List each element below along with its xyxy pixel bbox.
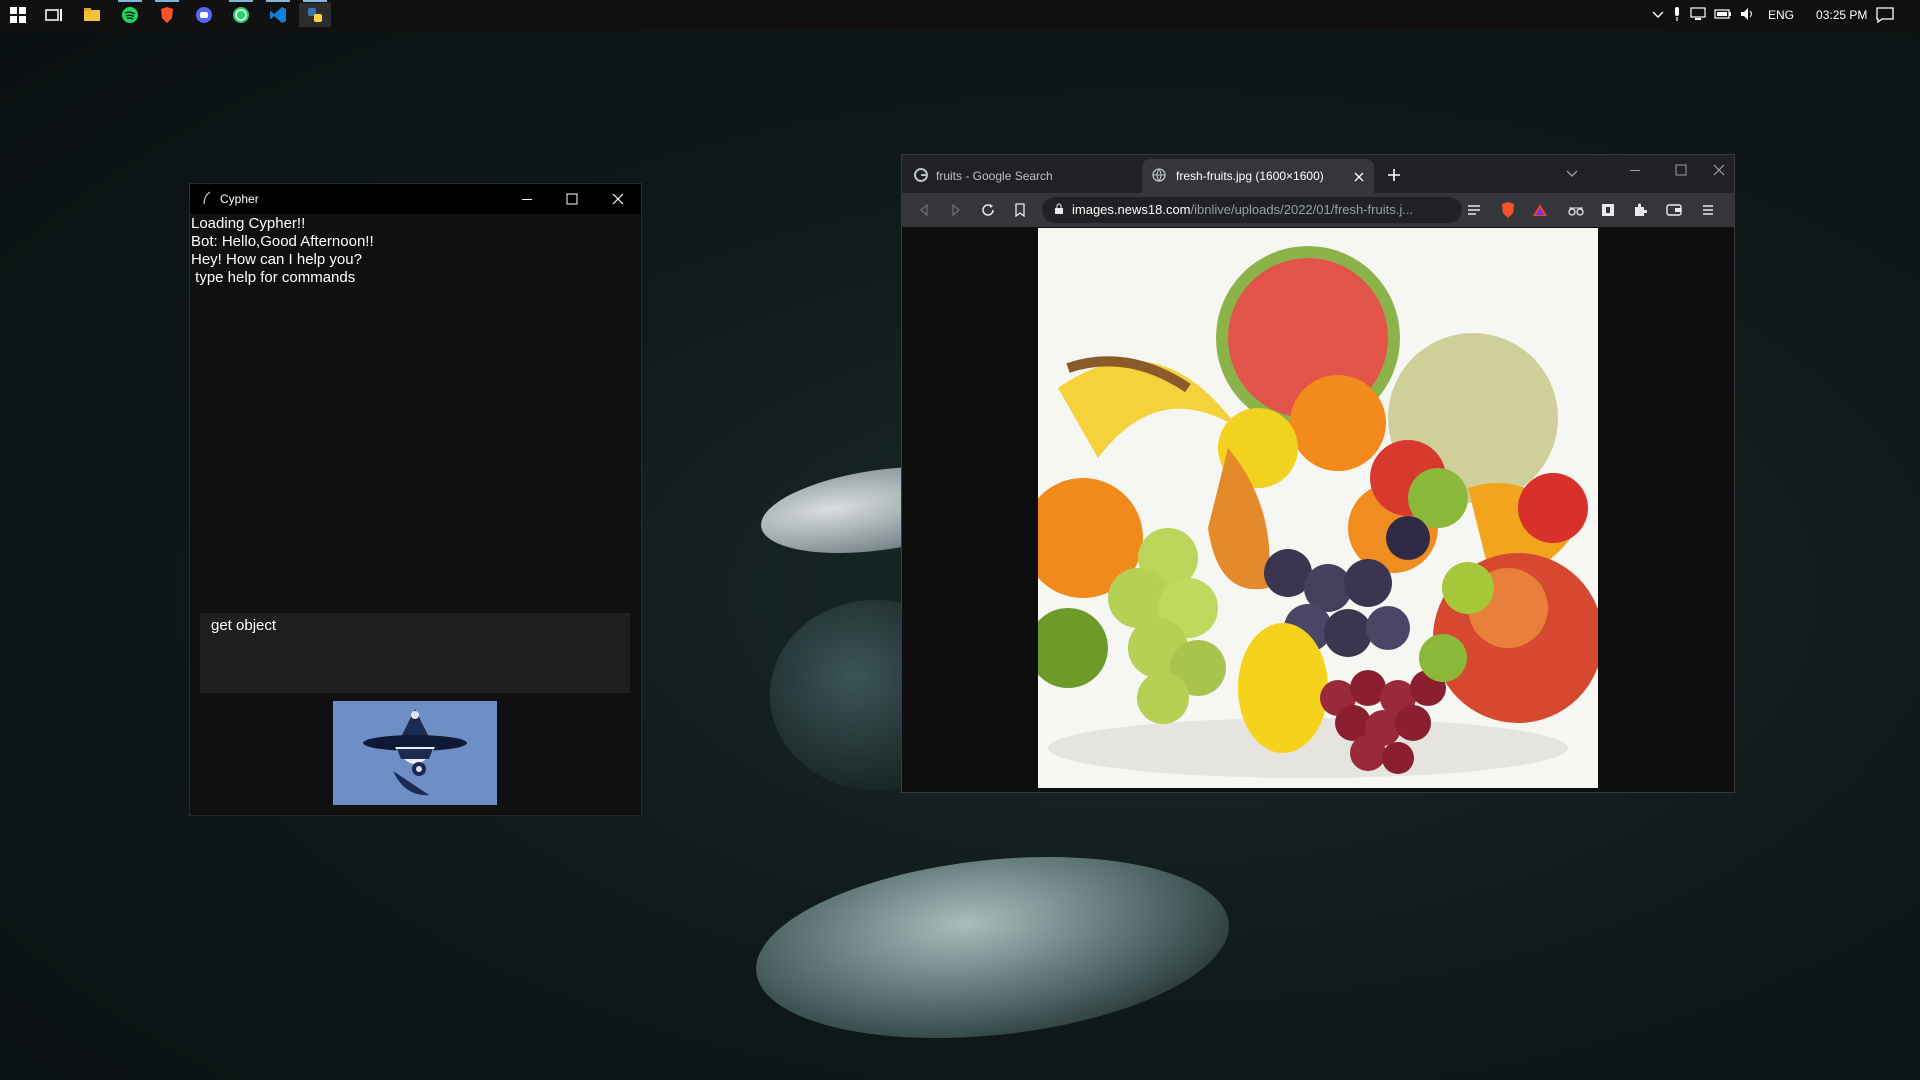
brave-icon[interactable] xyxy=(151,0,183,27)
menu-icon[interactable] xyxy=(1698,200,1718,220)
url-domain: images.news18.com xyxy=(1072,202,1191,217)
private-window-icon[interactable] xyxy=(1566,200,1586,220)
cypher-window-title: Cypher xyxy=(220,192,259,206)
fruit-image[interactable] xyxy=(1038,228,1598,788)
close-button[interactable] xyxy=(595,184,641,214)
tab-search-icon[interactable] xyxy=(1566,165,1578,183)
clock[interactable]: 03:25 PM xyxy=(1816,8,1867,22)
notification-icon[interactable] xyxy=(1876,0,1894,30)
tab-label: fresh-fruits.jpg (1600×1600) xyxy=(1176,169,1324,183)
extensions-icon[interactable] xyxy=(1630,200,1650,220)
page-content xyxy=(902,227,1734,792)
wallpaper-disk-bottom xyxy=(747,835,1238,1060)
chat-line: Bot: Hello,Good Afternoon!! xyxy=(191,233,374,250)
chat-line: Hey! How can I help you? xyxy=(191,251,362,268)
reload-icon[interactable] xyxy=(978,200,998,220)
wallet-icon[interactable] xyxy=(1664,200,1684,220)
assistant-avatar-button[interactable] xyxy=(333,701,497,805)
command-input[interactable]: get object xyxy=(200,613,630,693)
cypher-title-bar[interactable]: Cypher xyxy=(190,184,641,214)
url-path: /ibnlive/uploads/2022/01/fresh-fruits.j.… xyxy=(1190,202,1414,217)
start-icon[interactable] xyxy=(2,3,34,27)
tab-strip: fruits - Google Search fresh-fruits.jpg … xyxy=(902,155,1734,193)
chat-line: Loading Cypher!! xyxy=(191,215,306,232)
spotify-icon[interactable] xyxy=(114,0,146,27)
language-indicator[interactable]: ENG xyxy=(1768,8,1794,22)
feather-icon xyxy=(202,191,212,210)
whatsapp-icon[interactable] xyxy=(225,0,257,27)
bookmark-icon[interactable] xyxy=(1010,200,1030,220)
cypher-window: Cypher Loading Cypher!! Bot: Hello,Good A… xyxy=(189,183,642,816)
tab-close-icon[interactable] xyxy=(1354,171,1364,185)
extension-b-icon[interactable] xyxy=(1598,200,1618,220)
vscode-icon[interactable] xyxy=(262,0,294,27)
minimize-button[interactable] xyxy=(1612,155,1658,185)
maximize-button[interactable] xyxy=(549,184,595,214)
brave-rewards-icon[interactable] xyxy=(1530,200,1550,220)
file-explorer-icon[interactable] xyxy=(76,3,108,27)
task-view-icon[interactable] xyxy=(38,3,70,27)
maximize-button[interactable] xyxy=(1658,155,1704,185)
lock-icon xyxy=(1054,198,1064,223)
google-icon xyxy=(914,167,928,185)
network-icon[interactable] xyxy=(1690,6,1706,24)
tab-google-search[interactable]: fruits - Google Search xyxy=(910,159,1138,193)
address-bar[interactable]: images.news18.com/ibnlive/uploads/2022/0… xyxy=(1042,197,1462,223)
chat-line: type help for commands xyxy=(191,269,356,286)
tab-fresh-fruits[interactable]: fresh-fruits.jpg (1600×1600) xyxy=(1142,159,1374,193)
browser-window: fruits - Google Search fresh-fruits.jpg … xyxy=(901,154,1735,793)
microphone-icon[interactable] xyxy=(1672,6,1682,24)
battery-icon[interactable] xyxy=(1714,8,1732,23)
brave-shields-icon[interactable] xyxy=(1498,200,1518,220)
wizard-icon xyxy=(363,709,467,796)
minimize-button[interactable] xyxy=(504,184,550,214)
reader-mode-icon[interactable] xyxy=(1464,200,1484,220)
python-icon[interactable] xyxy=(299,0,331,27)
chat-log: Loading Cypher!! Bot: Hello,Good Afternoo… xyxy=(191,215,631,615)
chevron-up-icon[interactable] xyxy=(1652,8,1664,22)
taskbar: ENG 03:25 PM xyxy=(0,0,1920,30)
close-button[interactable] xyxy=(1704,155,1734,185)
forward-icon[interactable] xyxy=(946,200,966,220)
globe-icon xyxy=(1152,167,1166,185)
browser-toolbar: images.news18.com/ibnlive/uploads/2022/0… xyxy=(902,193,1734,227)
back-icon[interactable] xyxy=(914,200,934,220)
discord-icon[interactable] xyxy=(188,3,220,27)
new-tab-button[interactable] xyxy=(1387,168,1401,187)
volume-icon[interactable] xyxy=(1740,7,1756,24)
tab-label: fruits - Google Search xyxy=(936,169,1053,183)
